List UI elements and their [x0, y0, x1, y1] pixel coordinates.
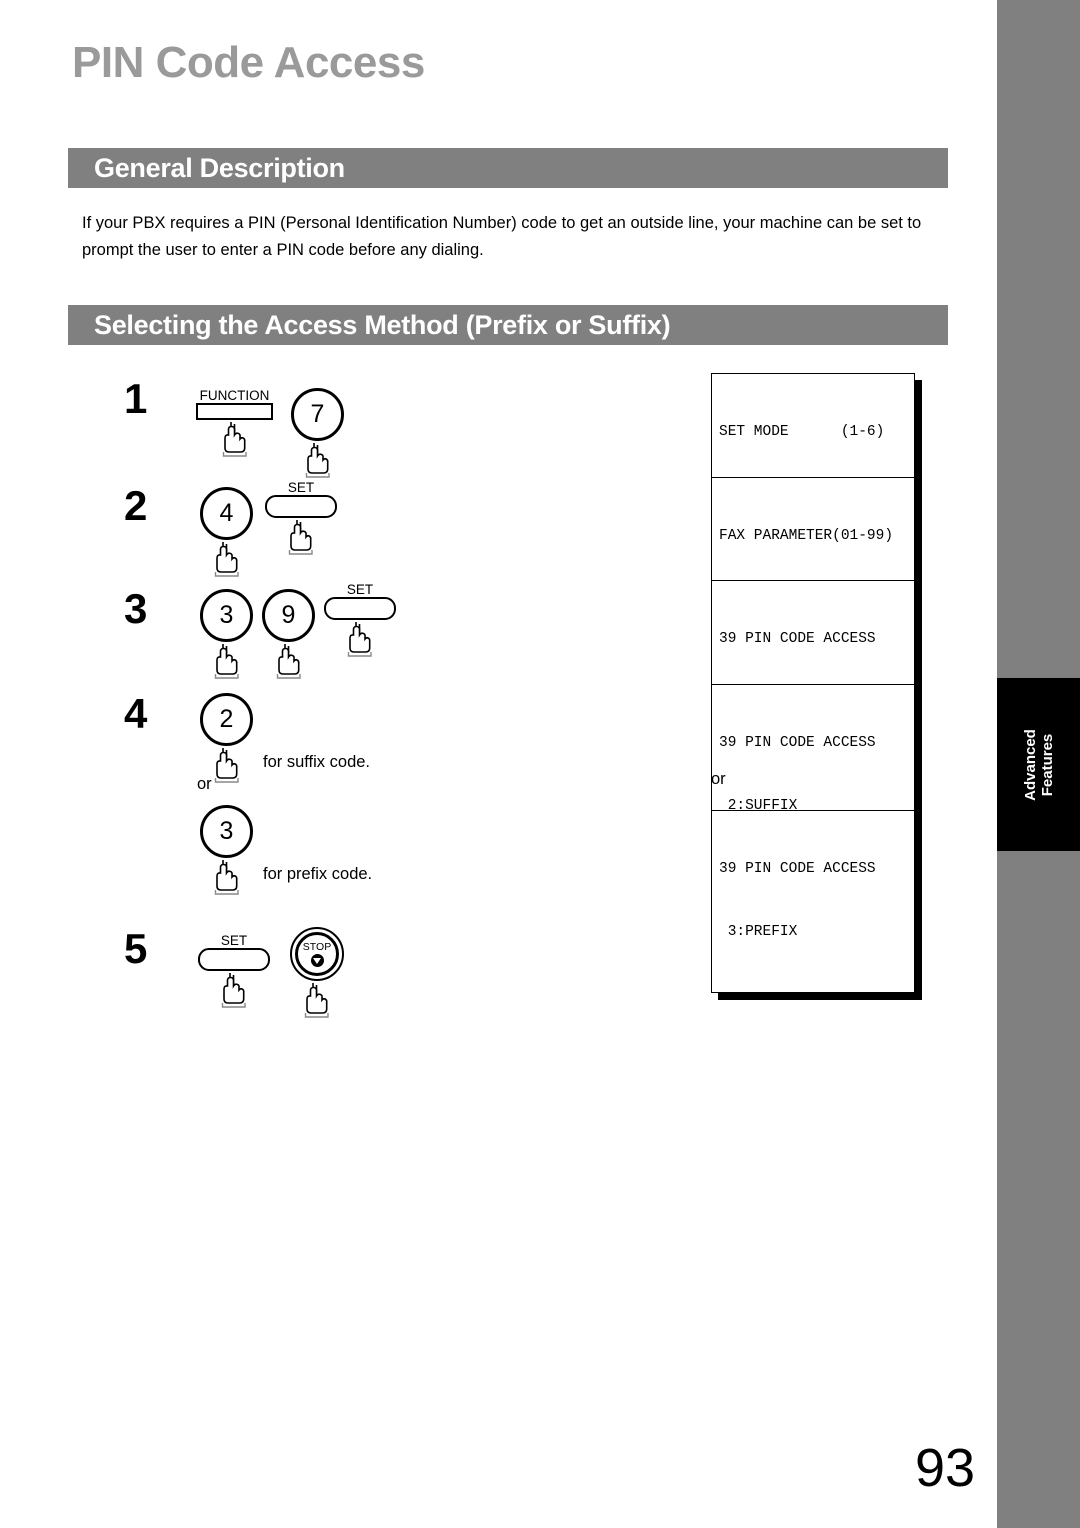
function-key-body — [196, 403, 273, 420]
step-number-5: 5 — [124, 925, 148, 972]
step-number-3: 3 — [124, 585, 148, 632]
step-2-keys: 4 SET — [200, 480, 337, 585]
lcd-line-1: SET MODE (1-6) — [719, 424, 885, 440]
stop-triangle-icon — [310, 954, 324, 967]
set-key-label: SET — [220, 933, 248, 948]
side-tab-line-1: Advanced — [1021, 728, 1039, 801]
suffix-code-note: for suffix code. — [263, 753, 371, 771]
step-number-4: 4 — [124, 690, 148, 737]
step-number-1: 1 — [124, 375, 148, 422]
numeric-key-3[interactable]: 3 — [200, 589, 253, 687]
or-label-keys: or — [197, 775, 212, 793]
set-key[interactable]: SET — [198, 933, 270, 1016]
numeric-key-9-label: 9 — [262, 589, 315, 642]
step-3-keys: 3 9 SET — [200, 582, 396, 687]
pressing-hand-icon — [215, 422, 255, 465]
numeric-key-3-label: 3 — [200, 589, 253, 642]
page-title: PIN Code Access — [72, 38, 425, 87]
pressing-hand-icon — [297, 983, 337, 1026]
numeric-key-3-prefix[interactable]: 3 — [200, 805, 253, 903]
step-5-keys: SET STOP — [198, 927, 344, 1026]
general-description-body: If your PBX requires a PIN (Personal Ide… — [82, 214, 922, 259]
document-page: PIN Code Access General Description If y… — [0, 0, 1080, 1528]
numeric-key-3-prefix-label: 3 — [200, 805, 253, 858]
prefix-code-note: for prefix code. — [263, 865, 373, 883]
stop-key-body: STOP — [290, 927, 344, 981]
pressing-hand-icon — [207, 542, 247, 585]
step-1-keys: FUNCTION 7 — [196, 388, 344, 486]
section-header-label: General Description — [94, 152, 345, 183]
numeric-key-7-label: 7 — [291, 388, 344, 441]
stop-key-inner: STOP — [295, 932, 339, 976]
set-key[interactable]: SET — [265, 480, 337, 563]
pressing-hand-icon — [214, 973, 254, 1016]
set-key-body — [265, 495, 337, 518]
pressing-hand-icon — [340, 622, 380, 665]
lcd-line-1: 39 PIN CODE ACCESS — [719, 735, 876, 751]
lcd-display-step-4-prefix: 39 PIN CODE ACCESS 3:PREFIX — [711, 810, 915, 993]
section-header-general-description: General Description — [68, 148, 948, 188]
set-key-body — [324, 597, 396, 620]
step-number-2: 2 — [124, 482, 148, 529]
pressing-hand-icon — [207, 748, 247, 791]
page-number: 93 — [915, 1438, 976, 1498]
stop-key-label: STOP — [302, 941, 332, 953]
numeric-key-9[interactable]: 9 — [262, 589, 315, 687]
pressing-hand-icon — [281, 520, 321, 563]
set-key[interactable]: SET — [324, 582, 396, 665]
set-key-label: SET — [287, 480, 315, 495]
pressing-hand-icon — [207, 644, 247, 687]
step-4-option-b-key: 3 — [200, 805, 253, 903]
pressing-hand-icon — [269, 644, 309, 687]
numeric-key-4-label: 4 — [200, 487, 253, 540]
section-header-selecting-access-method: Selecting the Access Method (Prefix or S… — [68, 305, 948, 345]
lcd-line-1: 39 PIN CODE ACCESS — [719, 861, 876, 877]
stop-key[interactable]: STOP — [290, 927, 344, 1026]
lcd-line-2: 3:PREFIX — [719, 924, 798, 940]
set-key-body — [198, 948, 270, 971]
numeric-key-7[interactable]: 7 — [291, 388, 344, 486]
lcd-line-1: 39 PIN CODE ACCESS — [719, 631, 876, 647]
side-tab-advanced-features: Advanced Features — [997, 678, 1080, 851]
pressing-hand-icon — [207, 860, 247, 903]
or-label-lcd: or — [711, 770, 726, 788]
side-tab-line-2: Features — [1038, 733, 1056, 796]
function-key-label: FUNCTION — [199, 388, 270, 403]
function-key[interactable]: FUNCTION — [196, 388, 273, 465]
side-tab-text: Advanced Features — [1021, 729, 1055, 801]
section-header-label: Selecting the Access Method (Prefix or S… — [94, 309, 671, 340]
set-key-label: SET — [346, 582, 374, 597]
numeric-key-2-label: 2 — [200, 693, 253, 746]
lcd-line-1: FAX PARAMETER(01-99) — [719, 528, 894, 544]
numeric-key-4[interactable]: 4 — [200, 487, 253, 585]
